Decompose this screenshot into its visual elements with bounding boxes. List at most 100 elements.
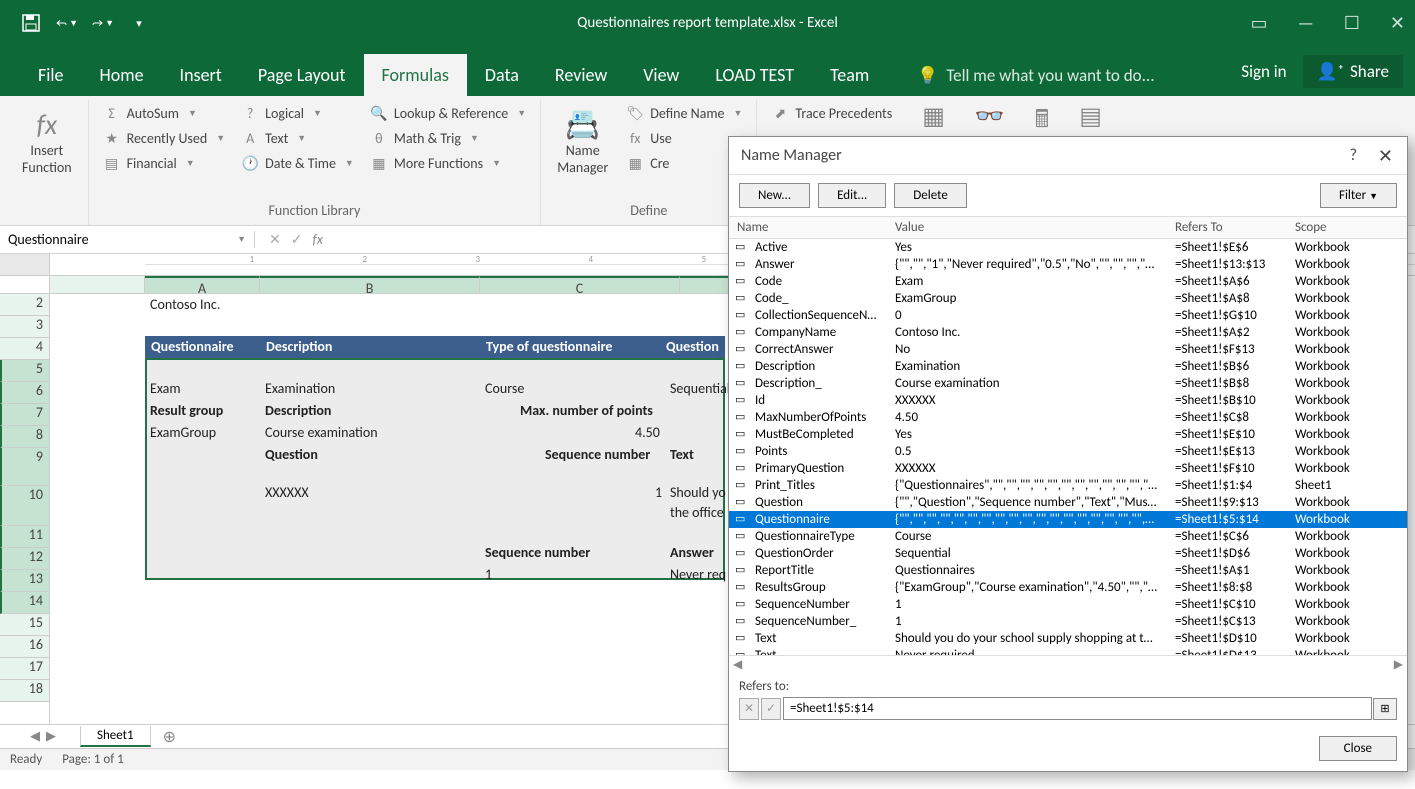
horizontal-scrollbar[interactable]: ◀▶ [729,655,1407,673]
name-row-correctanswer[interactable]: ▭CorrectAnswerNo=Sheet1!$F$13Workbook [729,341,1407,358]
name-row-code_[interactable]: ▭Code_ExamGroup=Sheet1!$A$8Workbook [729,290,1407,307]
name-row-print_titles[interactable]: ▭Print_Titles{"Questionnaires","","","",… [729,477,1407,494]
cancel-formula-icon[interactable]: ✕ [269,231,281,248]
refers-cancel-icon[interactable]: ✕ [739,698,759,720]
row-header-17[interactable]: 17 [0,658,49,680]
date-time-button[interactable]: 🕐Date & Time▼ [235,152,360,175]
sheet-nav-next-icon[interactable]: ▶ [46,729,56,744]
row-header-4[interactable]: 4 [0,338,49,360]
tab-page-layout[interactable]: Page Layout [240,54,364,96]
row-header-12[interactable]: 12 [0,548,49,570]
name-row-description_[interactable]: ▭Description_Course examination=Sheet1!$… [729,375,1407,392]
undo-icon[interactable]: ▼ [56,12,78,34]
name-row-resultsgroup[interactable]: ▭ResultsGroup{"ExamGroup","Course examin… [729,579,1407,596]
close-window-icon[interactable]: ✕ [1390,12,1405,34]
trace-precedents-button[interactable]: ⬈Trace Precedents [765,102,898,125]
row-header-3[interactable]: 3 [0,316,49,338]
range-picker-icon[interactable]: ⊞ [1373,698,1397,720]
name-row-collectionsequencenu...[interactable]: ▭CollectionSequenceNu...0=Sheet1!$G$10Wo… [729,307,1407,324]
name-row-code[interactable]: ▭CodeExam=Sheet1!$A$6Workbook [729,273,1407,290]
row-header-9[interactable]: 9 [0,448,49,486]
row-header-8[interactable]: 8 [0,426,49,448]
row-header-5[interactable]: 5 [0,360,49,382]
name-row-active[interactable]: ▭ActiveYes=Sheet1!$E$6Workbook [729,239,1407,256]
row-header-7[interactable]: 7 [0,404,49,426]
tab-review[interactable]: Review [537,54,625,96]
insert-function-button[interactable]: fx Insert Function [14,102,80,180]
tab-insert[interactable]: Insert [162,54,240,96]
col-header-C[interactable]: C [480,276,680,293]
autosum-button[interactable]: ΣAutoSum▼ [97,102,232,125]
row-header-15[interactable]: 15 [0,614,49,636]
name-row-question[interactable]: ▭Question{"","Question","Sequence number… [729,494,1407,511]
text-button[interactable]: AText▼ [235,127,360,150]
name-row-questionnairetype[interactable]: ▭QuestionnaireTypeCourse=Sheet1!$C$6Work… [729,528,1407,545]
tab-view[interactable]: View [625,54,697,96]
sheet-tab-sheet1[interactable]: Sheet1 [80,726,151,747]
sign-in-button[interactable]: Sign in [1241,61,1286,82]
maximize-icon[interactable]: ☐ [1344,12,1360,34]
name-row-mustbecompleted[interactable]: ▭MustBeCompletedYes=Sheet1!$E$10Workbook [729,426,1407,443]
close-dialog-button[interactable]: Close [1319,736,1397,761]
name-row-points[interactable]: ▭Points0.5=Sheet1!$E$13Workbook [729,443,1407,460]
fx-formula-icon[interactable]: fx [312,231,322,248]
filter-button[interactable]: Filter ▼ [1320,183,1397,208]
namebox-dropdown-icon[interactable]: ▼ [237,234,246,245]
name-row-answer[interactable]: ▭Answer{"","","1","Never required","0.5"… [729,256,1407,273]
tab-data[interactable]: Data [467,54,537,96]
define-name-button[interactable]: 🏷Define Name▼ [620,102,748,125]
name-row-text_[interactable]: ▭Text_Never required=Sheet1!$D$13Workboo… [729,647,1407,655]
financial-button[interactable]: ▤Financial▼ [97,152,232,175]
logical-button[interactable]: ?Logical▼ [235,102,360,125]
tab-formulas[interactable]: Formulas [364,54,467,96]
name-row-questionorder[interactable]: ▭QuestionOrderSequential=Sheet1!$D$6Work… [729,545,1407,562]
name-manager-button[interactable]: 📇 Name Manager [549,102,616,202]
share-button[interactable]: 👤⁺ Share [1303,55,1403,88]
tab-file[interactable]: File [20,54,82,96]
edit-name-button[interactable]: Edit... [818,183,886,208]
name-row-description[interactable]: ▭DescriptionExamination=Sheet1!$B$6Workb… [729,358,1407,375]
refers-to-input[interactable] [783,697,1372,720]
column-headers[interactable]: ABCD [50,276,825,294]
dialog-close-icon[interactable]: ✕ [1378,145,1393,167]
row-header-16[interactable]: 16 [0,636,49,658]
row-header-18[interactable]: 18 [0,680,49,702]
enter-formula-icon[interactable]: ✓ [291,231,303,248]
row-header-10[interactable]: 10 [0,486,49,526]
select-all-corner[interactable] [0,254,50,276]
row-header-11[interactable]: 11 [0,526,49,548]
name-list[interactable]: ▭ActiveYes=Sheet1!$E$6Workbook▭Answer{""… [729,239,1407,655]
tab-team[interactable]: Team [812,54,887,96]
save-icon[interactable] [20,12,42,34]
row-header-2[interactable]: 2 [0,294,49,316]
col-header-B[interactable]: B [260,276,480,293]
redo-icon[interactable]: ▼ [92,12,114,34]
name-row-text[interactable]: ▭TextShould you do your school supply sh… [729,630,1407,647]
name-row-maxnumberofpoints[interactable]: ▭MaxNumberOfPoints4.50=Sheet1!$C$8Workbo… [729,409,1407,426]
dialog-help-icon[interactable]: ? [1350,146,1357,165]
name-row-reporttitle[interactable]: ▭ReportTitleQuestionnaires=Sheet1!$A$1Wo… [729,562,1407,579]
more-functions-button[interactable]: ▦More Functions▼ [364,152,532,175]
lookup-button[interactable]: 🔍Lookup & Reference▼ [364,102,532,125]
qat-customize-icon[interactable]: ▾ [128,12,150,34]
tab-home[interactable]: Home [82,54,162,96]
refers-accept-icon[interactable]: ✓ [761,698,781,720]
tab-load-test[interactable]: LOAD TEST [697,54,812,96]
ribbon-options-icon[interactable]: ▭ [1250,12,1267,34]
new-name-button[interactable]: New... [739,183,810,208]
row-headers[interactable]: 23456789101112131415161718 [0,294,50,724]
name-box[interactable]: Questionnaire ▼ [0,231,255,248]
tell-me-box[interactable]: 💡 Tell me what you want to do... [917,55,1154,96]
row-header-14[interactable]: 14 [0,592,49,614]
name-row-questionnaire[interactable]: ▭Questionnaire{"","","","","","","","","… [729,511,1407,528]
col-header-A[interactable]: A [145,276,260,293]
name-row-id[interactable]: ▭IdXXXXXX=Sheet1!$B$10Workbook [729,392,1407,409]
name-list-header[interactable]: Name Value Refers To Scope [729,216,1407,239]
name-row-companyname[interactable]: ▭CompanyNameContoso Inc.=Sheet1!$A$2Work… [729,324,1407,341]
row-header-6[interactable]: 6 [0,382,49,404]
add-sheet-icon[interactable]: ⊕ [163,727,176,747]
name-row-sequencenumber_[interactable]: ▭SequenceNumber_1=Sheet1!$C$13Workbook [729,613,1407,630]
col-header-blank[interactable] [50,276,145,293]
name-row-primaryquestion[interactable]: ▭PrimaryQuestionXXXXXX=Sheet1!$F$10Workb… [729,460,1407,477]
math-button[interactable]: θMath & Trig▼ [364,127,532,150]
